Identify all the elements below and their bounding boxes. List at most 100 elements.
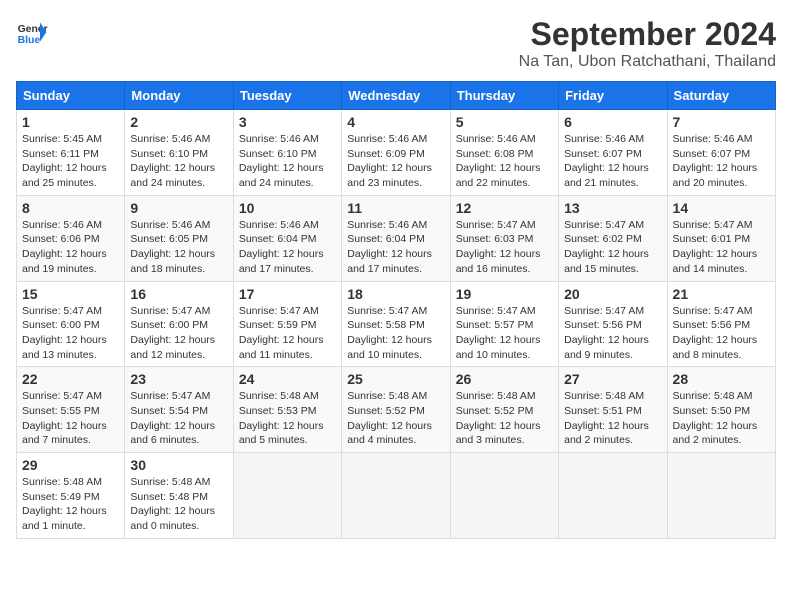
calendar-cell: 28 Sunrise: 5:48 AMSunset: 5:50 PMDaylig…: [667, 367, 775, 453]
day-info: Sunrise: 5:46 AMSunset: 6:05 PMDaylight:…: [130, 219, 215, 275]
calendar-cell: 4 Sunrise: 5:46 AMSunset: 6:09 PMDayligh…: [342, 110, 450, 196]
calendar-cell: 22 Sunrise: 5:47 AMSunset: 5:55 PMDaylig…: [17, 367, 125, 453]
day-info: Sunrise: 5:47 AMSunset: 6:00 PMDaylight:…: [130, 305, 215, 361]
day-number: 13: [564, 200, 661, 216]
calendar-cell: [559, 453, 667, 539]
calendar-cell: 18 Sunrise: 5:47 AMSunset: 5:58 PMDaylig…: [342, 281, 450, 367]
day-number: 18: [347, 286, 444, 302]
location-title: Na Tan, Ubon Ratchathani, Thailand: [519, 53, 776, 71]
day-info: Sunrise: 5:47 AMSunset: 6:00 PMDaylight:…: [22, 305, 107, 361]
day-number: 1: [22, 114, 119, 130]
day-number: 30: [130, 457, 227, 473]
calendar-cell: 11 Sunrise: 5:46 AMSunset: 6:04 PMDaylig…: [342, 195, 450, 281]
day-number: 2: [130, 114, 227, 130]
day-info: Sunrise: 5:46 AMSunset: 6:07 PMDaylight:…: [564, 133, 649, 189]
day-number: 29: [22, 457, 119, 473]
calendar-cell: 21 Sunrise: 5:47 AMSunset: 5:56 PMDaylig…: [667, 281, 775, 367]
calendar-cell: 15 Sunrise: 5:47 AMSunset: 6:00 PMDaylig…: [17, 281, 125, 367]
weekday-header-sunday: Sunday: [17, 82, 125, 110]
day-number: 8: [22, 200, 119, 216]
day-number: 9: [130, 200, 227, 216]
day-number: 17: [239, 286, 336, 302]
day-info: Sunrise: 5:47 AMSunset: 5:57 PMDaylight:…: [456, 305, 541, 361]
calendar-cell: [450, 453, 558, 539]
calendar-cell: [667, 453, 775, 539]
day-number: 14: [673, 200, 770, 216]
day-info: Sunrise: 5:47 AMSunset: 5:56 PMDaylight:…: [673, 305, 758, 361]
day-info: Sunrise: 5:48 AMSunset: 5:53 PMDaylight:…: [239, 390, 324, 446]
calendar-cell: [342, 453, 450, 539]
day-info: Sunrise: 5:46 AMSunset: 6:06 PMDaylight:…: [22, 219, 107, 275]
weekday-header-tuesday: Tuesday: [233, 82, 341, 110]
day-number: 6: [564, 114, 661, 130]
day-number: 20: [564, 286, 661, 302]
logo-icon: General Blue: [16, 16, 48, 48]
day-info: Sunrise: 5:47 AMSunset: 5:54 PMDaylight:…: [130, 390, 215, 446]
calendar-cell: 6 Sunrise: 5:46 AMSunset: 6:07 PMDayligh…: [559, 110, 667, 196]
logo: General Blue: [16, 16, 48, 48]
day-number: 15: [22, 286, 119, 302]
day-number: 5: [456, 114, 553, 130]
day-number: 16: [130, 286, 227, 302]
day-info: Sunrise: 5:47 AMSunset: 6:01 PMDaylight:…: [673, 219, 758, 275]
day-info: Sunrise: 5:47 AMSunset: 5:58 PMDaylight:…: [347, 305, 432, 361]
day-number: 10: [239, 200, 336, 216]
calendar-cell: 20 Sunrise: 5:47 AMSunset: 5:56 PMDaylig…: [559, 281, 667, 367]
calendar-cell: 27 Sunrise: 5:48 AMSunset: 5:51 PMDaylig…: [559, 367, 667, 453]
day-number: 25: [347, 371, 444, 387]
calendar-cell: 12 Sunrise: 5:47 AMSunset: 6:03 PMDaylig…: [450, 195, 558, 281]
day-info: Sunrise: 5:47 AMSunset: 6:03 PMDaylight:…: [456, 219, 541, 275]
calendar-cell: 8 Sunrise: 5:46 AMSunset: 6:06 PMDayligh…: [17, 195, 125, 281]
week-row-5: 29 Sunrise: 5:48 AMSunset: 5:49 PMDaylig…: [17, 453, 776, 539]
calendar-table: SundayMondayTuesdayWednesdayThursdayFrid…: [16, 81, 776, 539]
day-number: 24: [239, 371, 336, 387]
title-area: September 2024 Na Tan, Ubon Ratchathani,…: [519, 16, 776, 71]
day-info: Sunrise: 5:46 AMSunset: 6:10 PMDaylight:…: [130, 133, 215, 189]
day-number: 26: [456, 371, 553, 387]
svg-text:Blue: Blue: [18, 35, 41, 46]
calendar-cell: 26 Sunrise: 5:48 AMSunset: 5:52 PMDaylig…: [450, 367, 558, 453]
weekday-header-monday: Monday: [125, 82, 233, 110]
day-info: Sunrise: 5:47 AMSunset: 5:59 PMDaylight:…: [239, 305, 324, 361]
day-info: Sunrise: 5:48 AMSunset: 5:52 PMDaylight:…: [456, 390, 541, 446]
day-number: 21: [673, 286, 770, 302]
day-number: 4: [347, 114, 444, 130]
calendar-cell: 5 Sunrise: 5:46 AMSunset: 6:08 PMDayligh…: [450, 110, 558, 196]
day-info: Sunrise: 5:48 AMSunset: 5:51 PMDaylight:…: [564, 390, 649, 446]
day-info: Sunrise: 5:45 AMSunset: 6:11 PMDaylight:…: [22, 133, 107, 189]
calendar-cell: 23 Sunrise: 5:47 AMSunset: 5:54 PMDaylig…: [125, 367, 233, 453]
calendar-cell: 19 Sunrise: 5:47 AMSunset: 5:57 PMDaylig…: [450, 281, 558, 367]
day-info: Sunrise: 5:48 AMSunset: 5:48 PMDaylight:…: [130, 476, 215, 532]
calendar-cell: 25 Sunrise: 5:48 AMSunset: 5:52 PMDaylig…: [342, 367, 450, 453]
weekday-header-row: SundayMondayTuesdayWednesdayThursdayFrid…: [17, 82, 776, 110]
day-number: 11: [347, 200, 444, 216]
day-info: Sunrise: 5:46 AMSunset: 6:07 PMDaylight:…: [673, 133, 758, 189]
day-info: Sunrise: 5:47 AMSunset: 5:56 PMDaylight:…: [564, 305, 649, 361]
page-header: General Blue September 2024 Na Tan, Ubon…: [16, 16, 776, 71]
day-number: 23: [130, 371, 227, 387]
calendar-cell: 7 Sunrise: 5:46 AMSunset: 6:07 PMDayligh…: [667, 110, 775, 196]
day-info: Sunrise: 5:47 AMSunset: 5:55 PMDaylight:…: [22, 390, 107, 446]
day-number: 12: [456, 200, 553, 216]
calendar-cell: 24 Sunrise: 5:48 AMSunset: 5:53 PMDaylig…: [233, 367, 341, 453]
calendar-cell: 1 Sunrise: 5:45 AMSunset: 6:11 PMDayligh…: [17, 110, 125, 196]
calendar-cell: 30 Sunrise: 5:48 AMSunset: 5:48 PMDaylig…: [125, 453, 233, 539]
calendar-cell: [233, 453, 341, 539]
weekday-header-thursday: Thursday: [450, 82, 558, 110]
week-row-1: 1 Sunrise: 5:45 AMSunset: 6:11 PMDayligh…: [17, 110, 776, 196]
day-info: Sunrise: 5:46 AMSunset: 6:08 PMDaylight:…: [456, 133, 541, 189]
day-number: 27: [564, 371, 661, 387]
calendar-cell: 14 Sunrise: 5:47 AMSunset: 6:01 PMDaylig…: [667, 195, 775, 281]
day-number: 19: [456, 286, 553, 302]
day-info: Sunrise: 5:46 AMSunset: 6:09 PMDaylight:…: [347, 133, 432, 189]
calendar-cell: 17 Sunrise: 5:47 AMSunset: 5:59 PMDaylig…: [233, 281, 341, 367]
calendar-cell: 9 Sunrise: 5:46 AMSunset: 6:05 PMDayligh…: [125, 195, 233, 281]
calendar-cell: 16 Sunrise: 5:47 AMSunset: 6:00 PMDaylig…: [125, 281, 233, 367]
day-number: 7: [673, 114, 770, 130]
calendar-cell: 2 Sunrise: 5:46 AMSunset: 6:10 PMDayligh…: [125, 110, 233, 196]
calendar-cell: 13 Sunrise: 5:47 AMSunset: 6:02 PMDaylig…: [559, 195, 667, 281]
calendar-cell: 3 Sunrise: 5:46 AMSunset: 6:10 PMDayligh…: [233, 110, 341, 196]
day-number: 28: [673, 371, 770, 387]
week-row-2: 8 Sunrise: 5:46 AMSunset: 6:06 PMDayligh…: [17, 195, 776, 281]
calendar-cell: 10 Sunrise: 5:46 AMSunset: 6:04 PMDaylig…: [233, 195, 341, 281]
